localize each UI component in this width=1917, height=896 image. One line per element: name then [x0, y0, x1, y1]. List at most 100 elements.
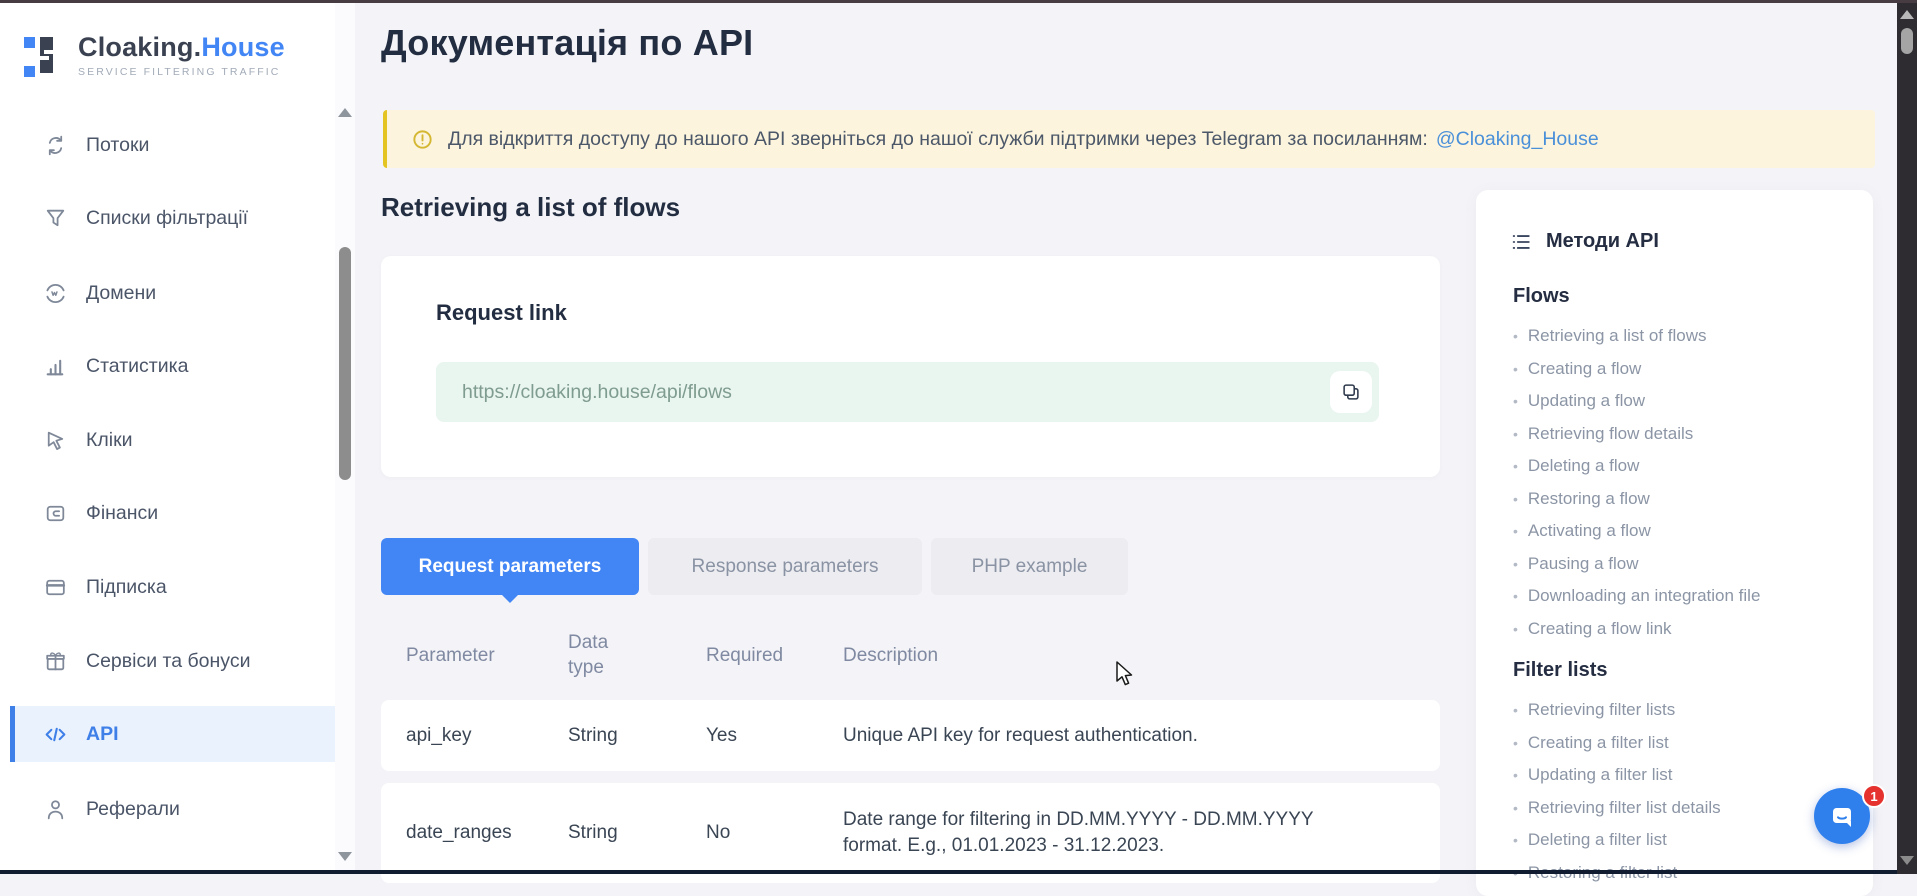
method-link[interactable]: Creating a flow link	[1513, 613, 1847, 646]
sidebar-item-label: Кліки	[86, 429, 133, 452]
scroll-up-arrow[interactable]	[338, 108, 352, 117]
domains-icon	[42, 280, 68, 306]
group-title-flows: Flows	[1513, 285, 1847, 308]
table-row: date_ranges String No Date range for fil…	[381, 783, 1440, 883]
request-url-box: https://cloaking.house/api/flows	[436, 362, 1379, 422]
flows-icon	[42, 132, 68, 158]
request-url: https://cloaking.house/api/flows	[462, 362, 732, 422]
sidebar-item-label: Реферали	[86, 798, 180, 821]
logo-text: Cloaking.House SERVICE FILTERING TRAFFIC	[78, 32, 285, 78]
sidebar-item-label: Списки фільтрації	[86, 207, 248, 230]
tab-response-parameters[interactable]: Response parameters	[648, 538, 922, 595]
logo[interactable]: Cloaking.House SERVICE FILTERING TRAFFIC	[24, 30, 285, 80]
brand-accent: House	[201, 32, 285, 62]
request-link-title: Request link	[436, 300, 567, 326]
method-link[interactable]: Deleting a flow	[1513, 450, 1847, 483]
list-icon	[1510, 231, 1532, 253]
copy-url-button[interactable]	[1330, 371, 1372, 413]
window-bottom-edge	[0, 870, 1917, 874]
cell-parameter: date_ranges	[406, 822, 568, 844]
subscription-icon	[42, 574, 68, 600]
col-header-parameter: Parameter	[406, 645, 568, 667]
telegram-link[interactable]: @Cloaking_House	[1436, 128, 1599, 151]
method-link[interactable]: Deleting a filter list	[1513, 824, 1847, 857]
filter-lists-icon	[42, 205, 68, 231]
sidebar-item-label: API	[86, 723, 119, 746]
sidebar-item-label: Потоки	[86, 134, 149, 157]
finance-icon	[42, 500, 68, 526]
method-link[interactable]: Activating a flow	[1513, 515, 1847, 548]
window-top-edge	[0, 0, 1917, 3]
sidebar: Cloaking.House SERVICE FILTERING TRAFFIC…	[0, 3, 335, 874]
cell-required: No	[706, 822, 843, 844]
scrollbar-thumb[interactable]	[1901, 28, 1913, 54]
notice-text: Для відкриття доступу до нашого API звер…	[448, 128, 1428, 151]
sidebar-item-flows[interactable]: Потоки	[0, 117, 335, 173]
method-link[interactable]: Restoring a flow	[1513, 483, 1847, 516]
scroll-down-arrow[interactable]	[338, 852, 352, 861]
filter-lists-method-list: Retrieving filter lists Creating a filte…	[1513, 694, 1847, 889]
col-header-required: Required	[706, 645, 843, 667]
referrals-icon	[42, 796, 68, 822]
flows-method-list: Retrieving a list of flows Creating a fl…	[1513, 320, 1847, 645]
sidebar-item-referrals[interactable]: Реферали	[0, 781, 335, 837]
clicks-icon	[42, 427, 68, 453]
services-icon	[42, 648, 68, 674]
method-link[interactable]: Updating a flow	[1513, 385, 1847, 418]
group-title-filter-lists: Filter lists	[1513, 659, 1847, 682]
chat-notification-badge: 1	[1862, 784, 1886, 808]
method-link[interactable]: Retrieving filter list details	[1513, 792, 1847, 825]
sidebar-item-label: Фінанси	[86, 502, 158, 525]
mouse-cursor	[1112, 660, 1136, 688]
cell-data-type: String	[568, 822, 706, 844]
tab-php-example[interactable]: PHP example	[931, 538, 1128, 595]
statistics-icon	[42, 353, 68, 379]
methods-panel-title: Методи API	[1546, 230, 1659, 253]
brand-primary: Cloaking.	[78, 32, 201, 62]
tab-request-parameters[interactable]: Request parameters	[381, 538, 639, 595]
section-title: Retrieving a list of flows	[381, 192, 680, 223]
table-header: Parameter Data type Required Description	[381, 620, 1440, 692]
logo-mark-icon	[24, 30, 64, 80]
sidebar-item-label: Статистика	[86, 355, 188, 378]
sidebar-item-finance[interactable]: Фінанси	[0, 485, 335, 541]
scroll-down-arrow[interactable]	[1900, 856, 1914, 865]
method-link[interactable]: Creating a flow	[1513, 353, 1847, 386]
cell-description: Date range for filtering in DD.MM.YYYY -…	[843, 807, 1358, 858]
sidebar-item-filter-lists[interactable]: Списки фільтрації	[0, 190, 335, 246]
method-link[interactable]: Retrieving flow details	[1513, 418, 1847, 451]
method-link[interactable]: Updating a filter list	[1513, 759, 1847, 792]
logo-tagline: SERVICE FILTERING TRAFFIC	[78, 66, 285, 78]
api-access-notice: Для відкриття доступу до нашого API звер…	[383, 110, 1875, 168]
parameter-tabs: Request parameters Response parameters P…	[381, 538, 1128, 595]
sidebar-item-domains[interactable]: Домени	[0, 265, 335, 321]
sidebar-item-subscription[interactable]: Підписка	[0, 559, 335, 615]
sidebar-item-services[interactable]: Сервіси та бонуси	[0, 633, 335, 689]
method-link[interactable]: Downloading an integration file	[1513, 580, 1847, 613]
api-methods-panel: Методи API Flows Retrieving a list of fl…	[1476, 190, 1873, 896]
methods-panel-header: Методи API	[1510, 230, 1847, 253]
api-icon	[42, 721, 68, 747]
sidebar-item-statistics[interactable]: Статистика	[0, 338, 335, 394]
col-header-data-type: Data type	[568, 631, 706, 680]
method-link[interactable]: Pausing a flow	[1513, 548, 1847, 581]
sidebar-item-label: Домени	[86, 282, 156, 305]
table-row: api_key String Yes Unique API key for re…	[381, 700, 1440, 771]
copy-icon	[1340, 381, 1362, 403]
window-scrollbar	[1897, 3, 1917, 874]
sidebar-item-api[interactable]: API	[10, 706, 335, 762]
method-link[interactable]: Retrieving filter lists	[1513, 694, 1847, 727]
sidebar-item-clicks[interactable]: Кліки	[0, 412, 335, 468]
cell-required: Yes	[706, 725, 843, 747]
scrollbar-thumb[interactable]	[339, 247, 351, 480]
page-title: Документація по API	[381, 22, 753, 64]
scroll-up-arrow[interactable]	[1900, 10, 1914, 19]
request-link-card: Request link https://cloaking.house/api/…	[381, 256, 1440, 477]
method-link[interactable]: Retrieving a list of flows	[1513, 320, 1847, 353]
sidebar-item-label: Сервіси та бонуси	[86, 650, 250, 673]
cell-description: Unique API key for request authenticatio…	[843, 723, 1358, 749]
sidebar-scrollbar	[335, 3, 355, 870]
method-link[interactable]: Creating a filter list	[1513, 727, 1847, 760]
sidebar-item-label: Підписка	[86, 576, 167, 599]
chat-bubble-icon	[1826, 800, 1858, 832]
